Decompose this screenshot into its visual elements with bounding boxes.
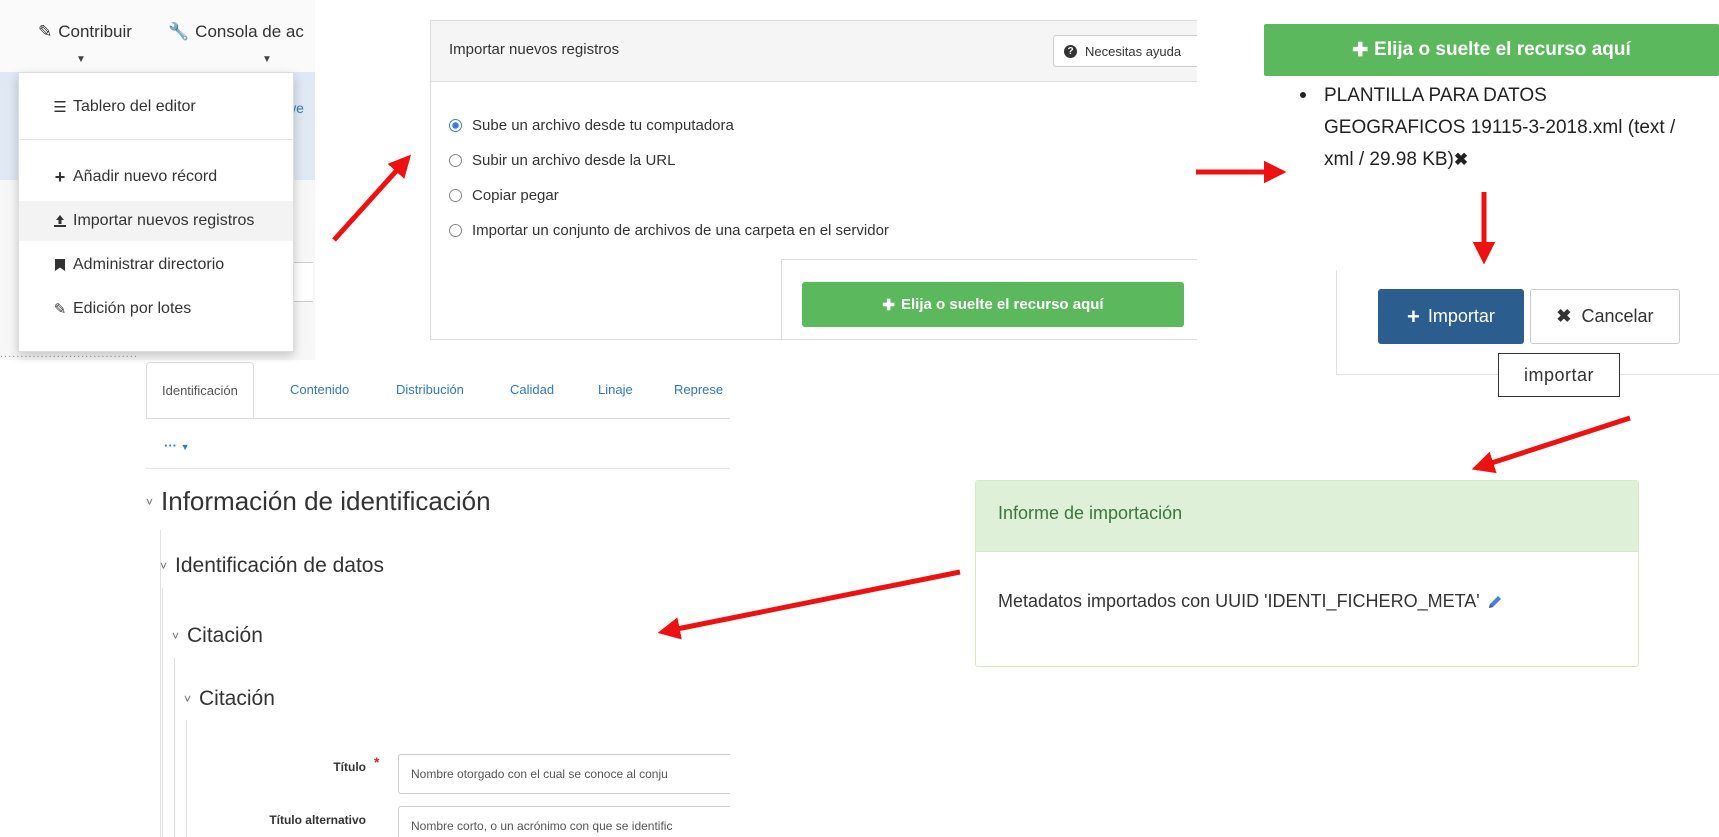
arrow-to-import-panel [332,154,412,242]
annotation-arrows [332,154,1631,640]
arrow-to-report [1471,415,1631,474]
arrow-to-editor [657,569,961,640]
